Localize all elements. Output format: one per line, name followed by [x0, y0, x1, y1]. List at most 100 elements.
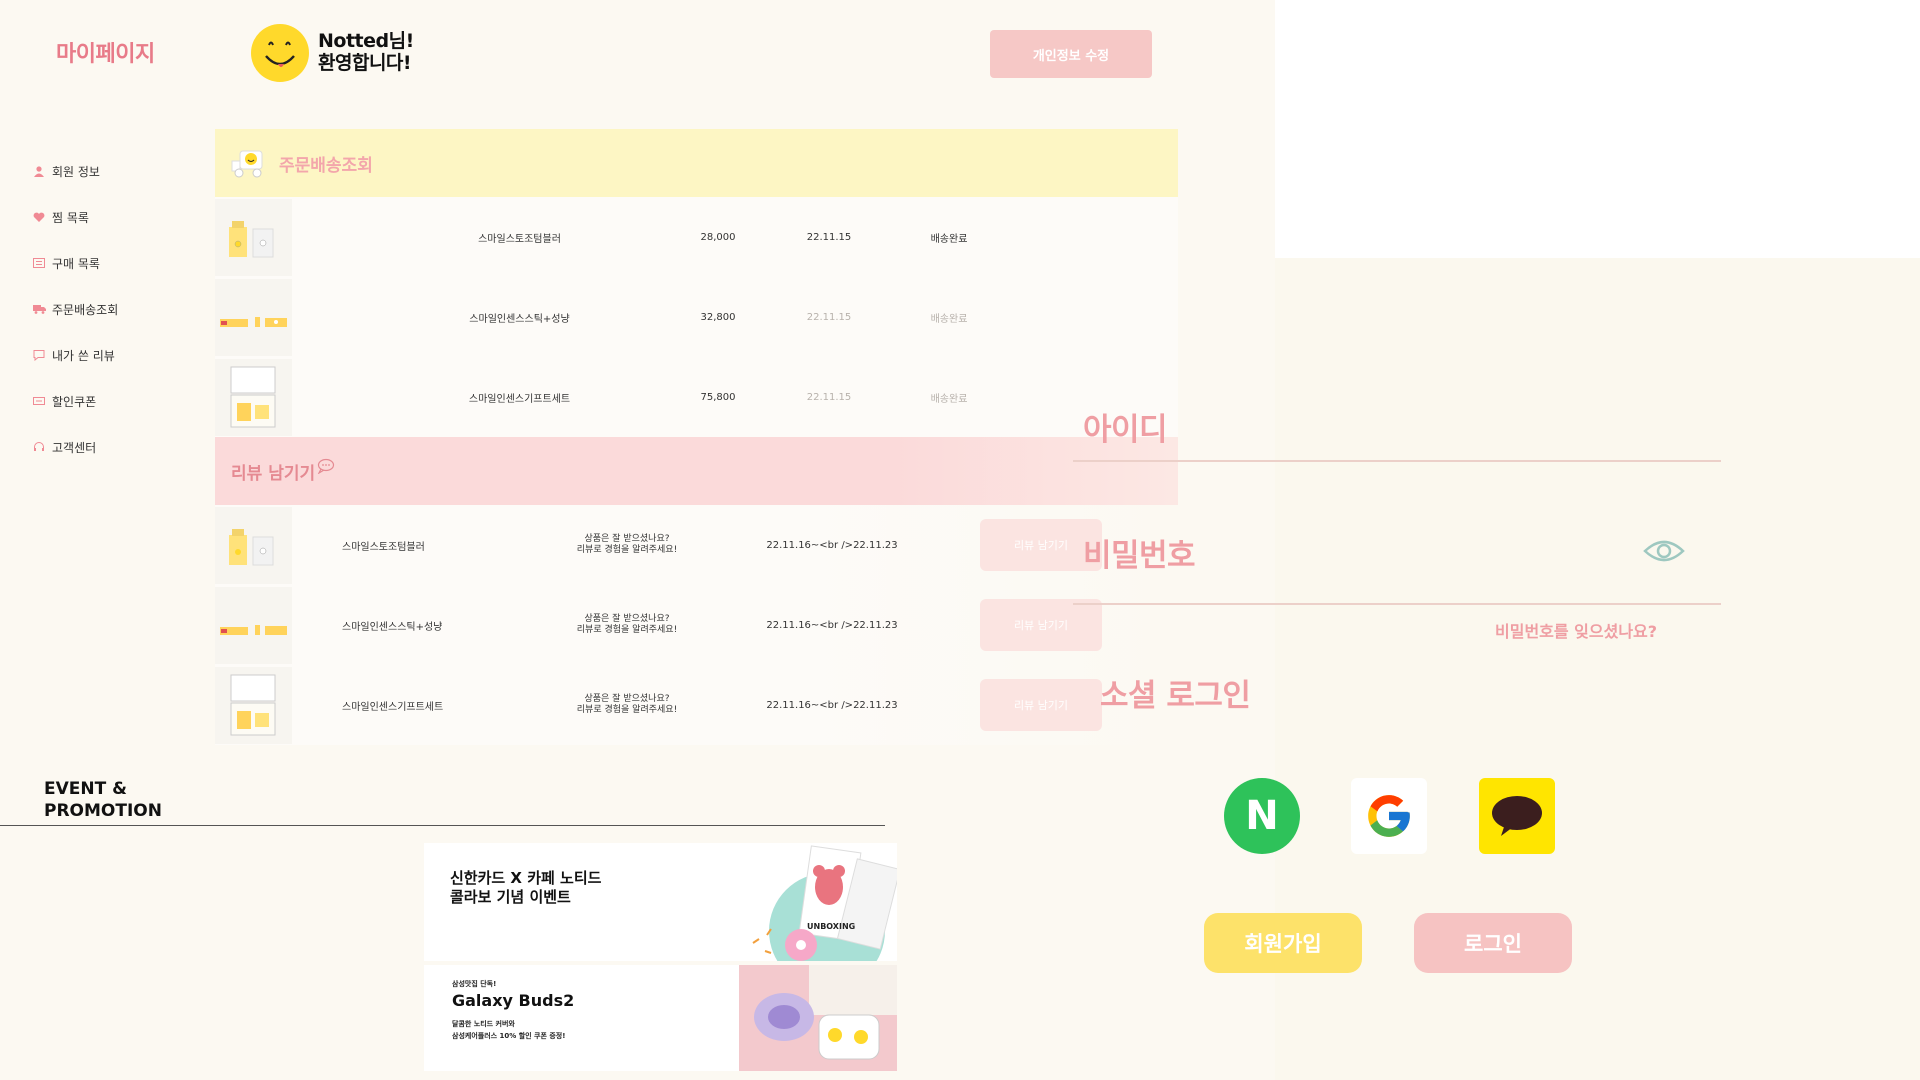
review-prompt: 상품은 잘 받으셨나요? 리뷰로 경험을 알려주세요! [512, 694, 712, 716]
write-review-header: 리뷰 남기기 [215, 437, 1178, 505]
review-prompt-line-1: 상품은 잘 받으셨나요? [584, 694, 670, 704]
social-login-label: 소셜 로그인 [1100, 678, 1251, 714]
order-price: 32,800 [700, 311, 736, 323]
order-status: 배송완료 [930, 233, 968, 245]
sidebar-item-customer-center[interactable]: 고객센터 [32, 424, 212, 470]
order-date: 22.11.15 [806, 231, 852, 243]
welcome-line-2: 환영합니다! [318, 52, 412, 74]
review-prompt-line-2: 리뷰로 경험을 알려주세요! [576, 625, 678, 635]
sidebar-item-purchases[interactable]: 구매 목록 [32, 240, 212, 286]
sidebar-item-member-info[interactable]: 회원 정보 [32, 148, 212, 194]
review-period: 22.11.16~<br />22.11.23 [766, 699, 898, 711]
login-panel [1275, 258, 1920, 1080]
password-label: 비밀번호 [1083, 538, 1196, 574]
event-image-caption: UNBOXING [807, 922, 855, 931]
review-prompt: 상품은 잘 받으셨나요? 리뷰로 경험을 알려주세요! [512, 614, 712, 636]
review-table: 스마일스토조텀블러 상품은 잘 받으셨나요? 리뷰로 경험을 알려주세요! 22… [215, 505, 1178, 745]
order-date: 22.11.15 [806, 311, 852, 323]
table-row[interactable]: 스마일인센스스틱+성냥 32,800 22.11.15 배송완료 [215, 277, 1178, 357]
order-tracking-header: 주문배송조회 [215, 129, 1178, 197]
id-input-underline[interactable] [1073, 460, 1721, 462]
google-login-button[interactable] [1351, 778, 1427, 854]
review-prompt-line-2: 리뷰로 경험을 알려주세요! [576, 545, 678, 555]
sidebar-item-wishlist[interactable]: 찜 목록 [32, 194, 212, 240]
product-thumbnail-gift-set [215, 358, 292, 436]
truck-icon [32, 302, 46, 316]
product-thumbnail-incense [215, 278, 292, 356]
naver-login-button[interactable]: N [1224, 778, 1300, 854]
review-product-name: 스마일스토조텀블러 [342, 541, 425, 553]
order-product-name: 스마일스토조텀블러 [478, 233, 561, 245]
smiley-logo-icon [251, 24, 309, 82]
table-row[interactable]: 스마일스토조텀블러 28,000 22.11.15 배송완료 [215, 197, 1178, 277]
order-status: 배송완료 [930, 393, 968, 405]
sidebar-item-coupons[interactable]: 할인쿠폰 [32, 378, 212, 424]
galaxy-buds-image [739, 965, 897, 1071]
event-card-desc-line-1: 달콤한 노티드 커버와 [452, 1020, 515, 1028]
product-thumbnail-tumbler [215, 506, 292, 584]
id-label: 아이디 [1083, 412, 1168, 448]
list-icon [32, 256, 46, 270]
order-price: 28,000 [700, 231, 736, 243]
product-thumbnail-tumbler [215, 198, 292, 276]
event-card-desc-line-2: 삼성케어플러스 10% 할인 쿠폰 증정! [452, 1032, 566, 1040]
write-review-button[interactable]: 리뷰 남기기 [980, 679, 1102, 731]
sidebar-item-label: 주문배송조회 [52, 302, 119, 317]
review-prompt-line-1: 상품은 잘 받으셨나요? [584, 534, 670, 544]
product-thumbnail-gift-set [215, 666, 292, 744]
page-title: 마이페이지 [56, 42, 155, 67]
order-date: 22.11.15 [806, 391, 852, 403]
review-prompt-line-2: 리뷰로 경험을 알려주세요! [576, 705, 678, 715]
order-product-name: 스마일인센스스틱+성냥 [469, 313, 570, 325]
google-icon [1368, 795, 1410, 837]
order-tracking-title: 주문배송조회 [279, 155, 373, 176]
event-card-shinhan[interactable]: 신한카드 X 카페 노티드 콜라보 기념 이벤트 UNBOXING [424, 843, 897, 961]
login-top-area [1275, 0, 1920, 258]
review-product-name: 스마일인센스스틱+성냥 [342, 621, 443, 633]
order-table: 스마일스토조텀블러 28,000 22.11.15 배송완료 스마일인센스스틱+… [215, 197, 1178, 437]
review-product-name: 스마일인센스기프트세트 [342, 701, 444, 713]
sidebar-item-label: 고객센터 [52, 440, 97, 455]
delivery-truck-icon [231, 150, 263, 178]
event-divider [0, 825, 885, 826]
event-card-title-line-1: 신한카드 X 카페 노티드 [450, 869, 602, 887]
speech-bubble-icon [317, 458, 335, 474]
edit-profile-button[interactable]: 개인정보 수정 [990, 30, 1152, 78]
eye-icon[interactable] [1642, 536, 1686, 566]
sidebar-item-my-reviews[interactable]: 내가 쓴 리뷰 [32, 332, 212, 378]
event-banner-image: UNBOXING [752, 845, 897, 961]
forgot-password-link[interactable]: 비밀번호를 잊으셨나요? [1495, 618, 1657, 642]
event-card-galaxy-buds[interactable]: 삼성맛집 단독! Galaxy Buds2 달콤한 노티드 커버와 삼성케어플러… [424, 965, 897, 1071]
login-button[interactable]: 로그인 [1414, 913, 1572, 973]
naver-icon: N [1245, 793, 1279, 839]
sign-up-button[interactable]: 회원가입 [1204, 913, 1362, 973]
order-price: 75,800 [700, 391, 736, 403]
event-section-title: EVENT & PROMOTION [44, 778, 162, 822]
sidebar-item-label: 할인쿠폰 [52, 394, 97, 409]
welcome-message: Notted님! 환영합니다! [318, 30, 414, 74]
table-row: 스마일인센스스틱+성냥 상품은 잘 받으셨나요? 리뷰로 경험을 알려주세요! … [215, 585, 1178, 665]
kakao-speech-icon [1492, 796, 1542, 836]
table-row[interactable]: 스마일인센스기프트세트 75,800 22.11.15 배송완료 [215, 357, 1178, 437]
order-product-name: 스마일인센스기프트세트 [468, 393, 571, 405]
chat-icon [32, 348, 46, 362]
sidebar-item-order-tracking[interactable]: 주문배송조회 [32, 286, 212, 332]
welcome-line-1: Notted님! [318, 30, 414, 52]
write-review-title: 리뷰 남기기 [231, 463, 316, 484]
coupon-icon [32, 394, 46, 408]
event-card-title-line-2: 콜라보 기념 이벤트 [450, 888, 571, 906]
kakao-login-button[interactable] [1479, 778, 1555, 854]
heart-icon [32, 210, 46, 224]
headset-icon [32, 440, 46, 454]
write-review-button[interactable]: 리뷰 남기기 [980, 599, 1102, 651]
password-input-underline[interactable] [1073, 603, 1721, 605]
review-period: 22.11.16~<br />22.11.23 [766, 539, 898, 551]
event-card-title: Galaxy Buds2 [452, 991, 575, 1010]
sidebar-item-label: 찜 목록 [52, 210, 89, 225]
review-prompt-line-1: 상품은 잘 받으셨나요? [584, 614, 670, 624]
review-period: 22.11.16~<br />22.11.23 [766, 619, 898, 631]
review-prompt: 상품은 잘 받으셨나요? 리뷰로 경험을 알려주세요! [512, 534, 712, 556]
event-card-tag: 삼성맛집 단독! [452, 980, 497, 988]
event-title-line-1: EVENT & [44, 779, 127, 799]
product-thumbnail-incense [215, 586, 292, 664]
